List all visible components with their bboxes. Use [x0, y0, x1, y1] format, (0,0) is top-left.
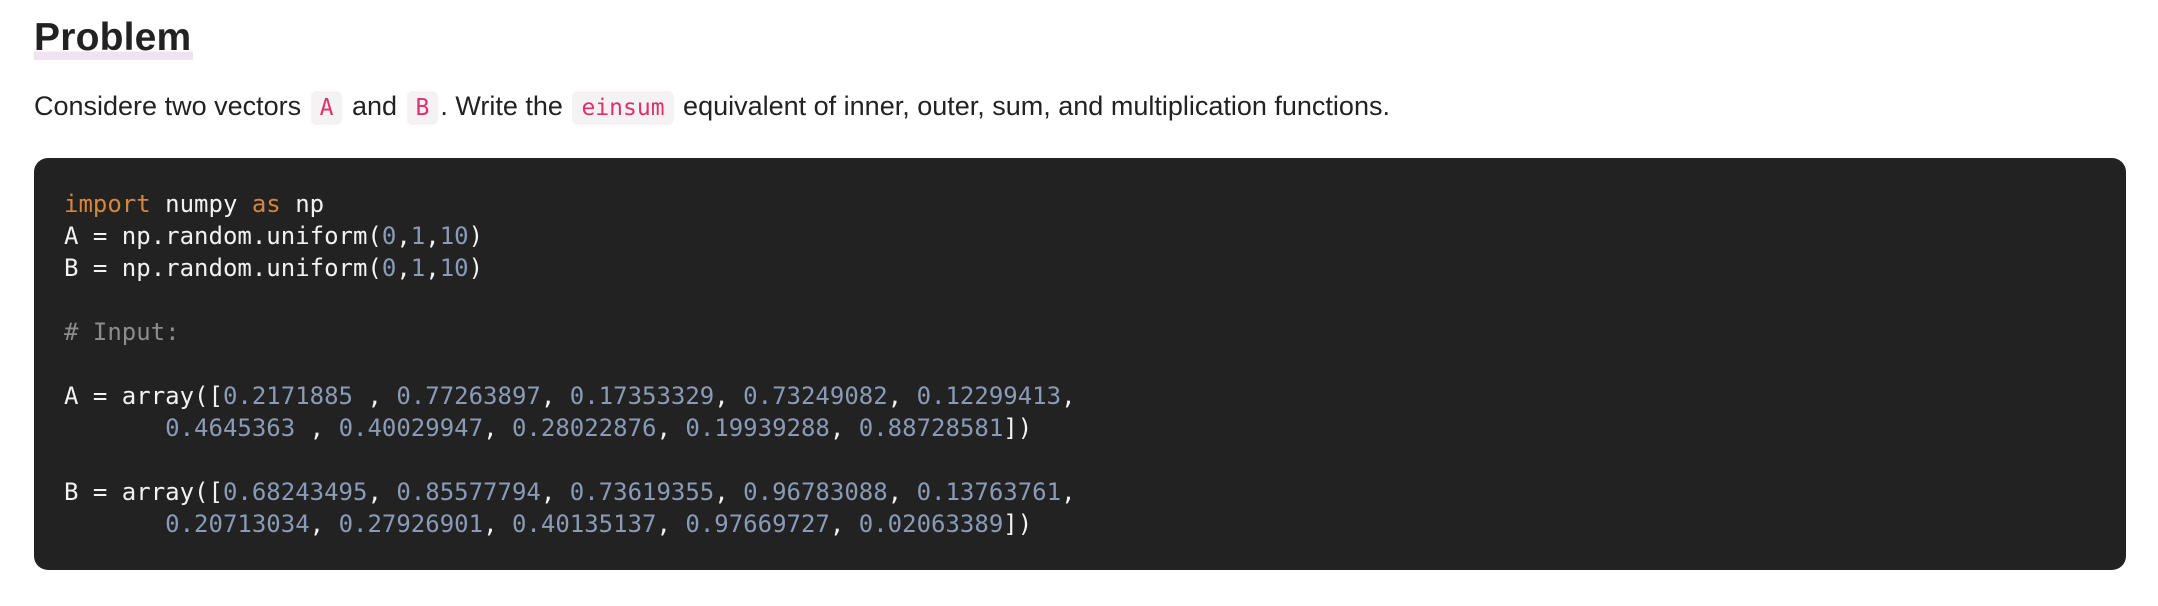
keyword-import: import [64, 190, 151, 218]
problem-description: Considere two vectors A and B. Write the… [34, 84, 1390, 130]
module-name: numpy [150, 190, 252, 218]
code-number: 0.19939288 [685, 414, 830, 442]
code-text: ) [468, 222, 484, 250]
description-text: equivalent of inner, outer, sum, and mul… [675, 91, 1390, 121]
code-text: B = np.random.uniform( [64, 254, 382, 282]
code-number: 0.96783088 [743, 478, 888, 506]
code-text: A = array([ [64, 382, 223, 410]
code-number: 0.4645363 [165, 414, 310, 442]
description-text: and [344, 91, 405, 121]
inline-code-einsum: einsum [572, 91, 674, 125]
code-comment: # Input: [64, 318, 180, 346]
code-text: ]) [1003, 510, 1033, 538]
code-text: ) [468, 254, 484, 282]
code-number: 0.13763761 [916, 478, 1062, 506]
code-number: 0.88728581 [858, 414, 1004, 442]
code-number: 0.20713034 [165, 510, 310, 538]
code-number: 0.27926901 [338, 510, 484, 538]
inline-code-b: B [406, 91, 439, 125]
code-text: , [714, 478, 744, 506]
code-text: , [396, 222, 411, 250]
code-text: , [309, 510, 339, 538]
code-text: , [1061, 382, 1090, 410]
code-number: 0.73619355 [569, 478, 715, 506]
code-number: 10 [439, 254, 469, 282]
code-content: import numpy as np A = np.random.uniform… [64, 188, 2096, 540]
code-number: 0.12299413 [916, 382, 1062, 410]
code-number: 0.17353329 [569, 382, 715, 410]
code-text: , [309, 414, 339, 442]
description-text: . Write the [440, 91, 571, 121]
code-text: , [540, 478, 570, 506]
code-text: , [887, 382, 917, 410]
code-text: , [483, 510, 512, 538]
code-number: 10 [439, 222, 469, 250]
code-text: , [425, 222, 440, 250]
keyword-as: as [251, 190, 281, 218]
code-number: 0.02063389 [858, 510, 1004, 538]
code-number: 0.28022876 [511, 414, 657, 442]
code-number: 0.77263897 [396, 382, 541, 410]
code-text: , [483, 414, 512, 442]
code-text: , [714, 382, 744, 410]
code-text: A = np.random.uniform( [64, 222, 382, 250]
section-heading: Problem [34, 14, 194, 62]
code-text: , [367, 478, 397, 506]
code-number: 1 [410, 222, 426, 250]
code-block[interactable]: import numpy as np A = np.random.uniform… [34, 158, 2126, 570]
code-number: 0.97669727 [685, 510, 830, 538]
code-number: 0 [381, 222, 397, 250]
code-text: ]) [1003, 414, 1033, 442]
code-text: , [656, 510, 686, 538]
code-number: 0.40135137 [511, 510, 657, 538]
code-text: , [829, 414, 859, 442]
description-text: Considere two vectors [34, 91, 309, 121]
code-text: , [396, 254, 411, 282]
code-number: 0.68243495 [222, 478, 368, 506]
inline-code-a: A [310, 91, 343, 125]
code-text: , [425, 254, 440, 282]
code-number: 0.40029947 [338, 414, 484, 442]
code-number: 0.73249082 [743, 382, 888, 410]
code-number: 1 [410, 254, 426, 282]
code-text: , [656, 414, 686, 442]
code-number: 0.85577794 [396, 478, 541, 506]
module-alias: np [280, 190, 325, 218]
code-text: B = array([ [64, 478, 223, 506]
code-text: , [829, 510, 859, 538]
code-text: , [887, 478, 917, 506]
code-text: , [1061, 478, 1090, 506]
code-text: , [367, 382, 397, 410]
code-number: 0.2171885 [222, 382, 368, 410]
code-number: 0 [381, 254, 397, 282]
code-text: , [540, 382, 570, 410]
